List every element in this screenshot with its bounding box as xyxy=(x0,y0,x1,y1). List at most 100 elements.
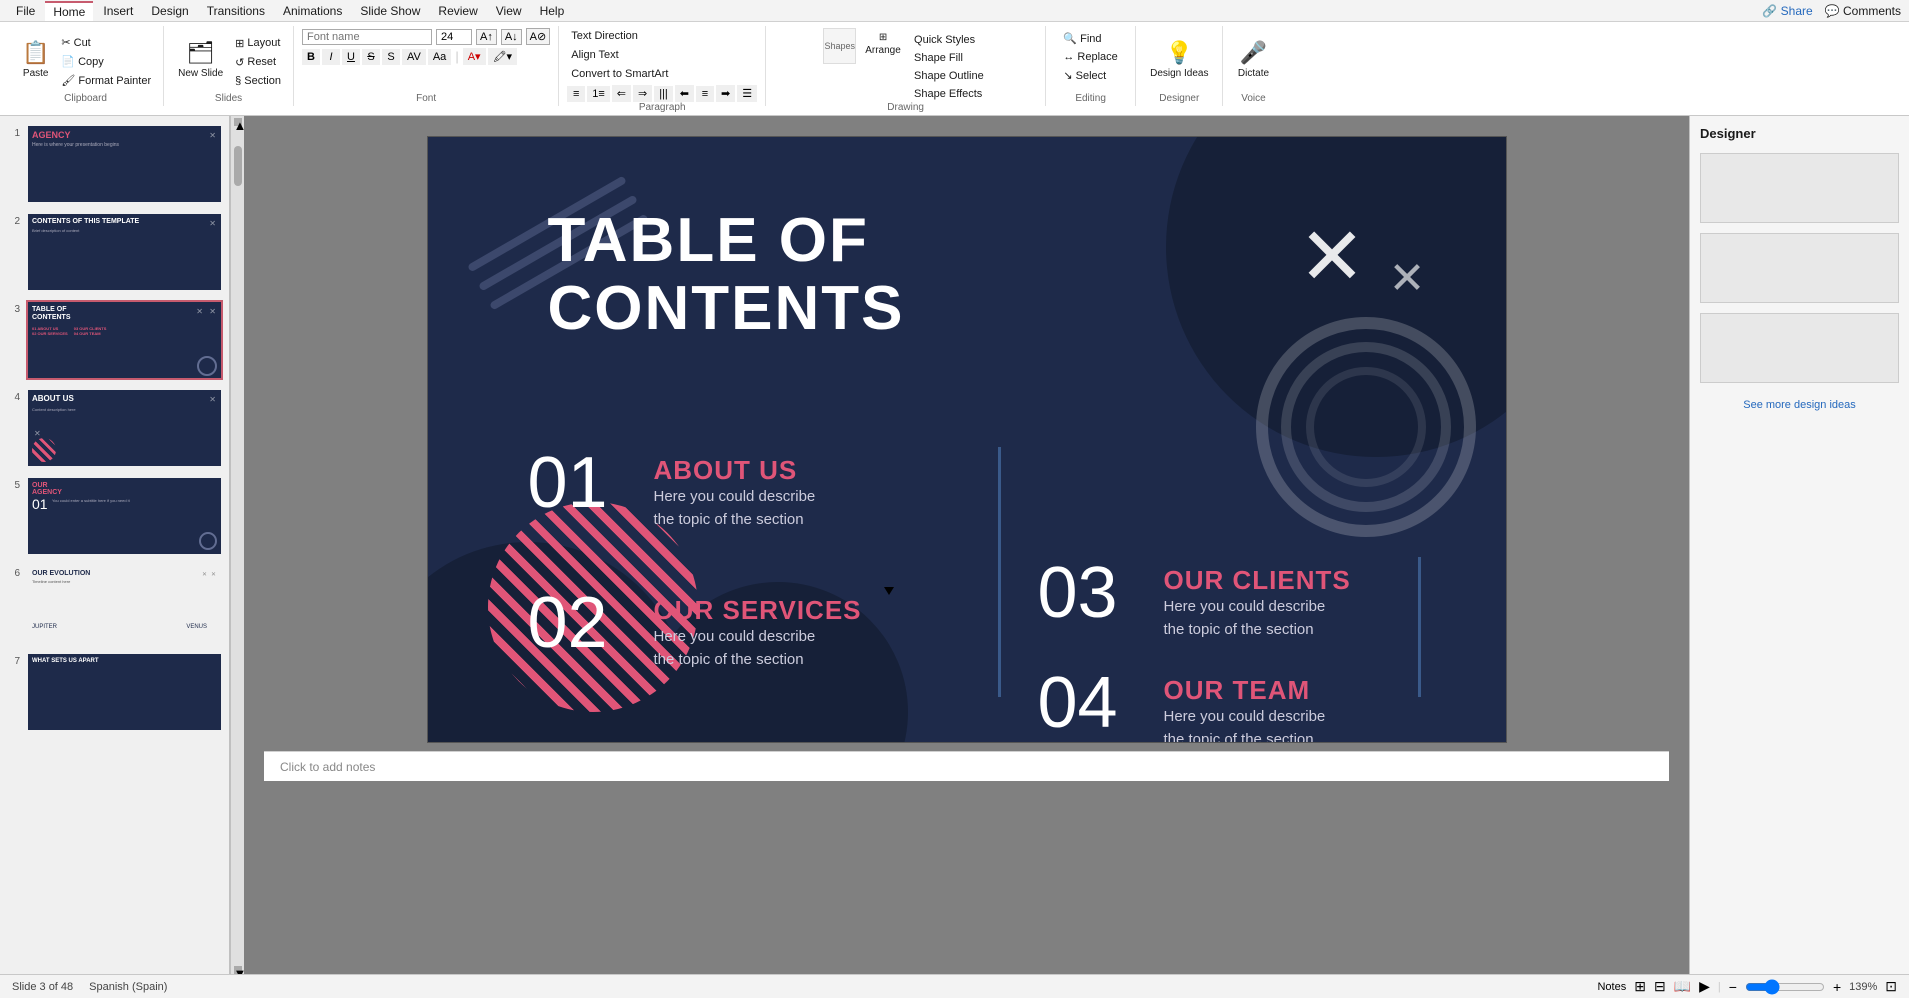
copy-button[interactable]: 📄 Copy xyxy=(57,53,155,70)
decrease-indent-button[interactable]: ⇐ xyxy=(612,85,631,102)
shape-outline-button[interactable]: Shape Outline xyxy=(910,68,988,84)
cut-button[interactable]: ✂ Cut xyxy=(57,34,155,51)
see-more-design-ideas[interactable]: See more design ideas xyxy=(1700,399,1899,411)
italic-button[interactable]: I xyxy=(322,49,340,65)
dictate-button[interactable]: 🎤 Dictate xyxy=(1232,36,1275,83)
menu-file[interactable]: File xyxy=(8,2,43,20)
align-center-button[interactable]: ≡ xyxy=(696,86,714,102)
normal-view-button[interactable]: ⊞ xyxy=(1634,978,1646,995)
strikethrough-button[interactable]: S xyxy=(362,49,380,65)
decrease-font-button[interactable]: A↓ xyxy=(501,29,522,45)
divider-right xyxy=(1418,557,1421,697)
zoom-level: 139% xyxy=(1849,981,1877,993)
menu-insert[interactable]: Insert xyxy=(95,2,141,20)
slides-label: Slides xyxy=(215,93,242,106)
canvas-area: ✕ ✕ TABLE OF CONTENTS 01 ABOUT US Here y xyxy=(244,116,1689,974)
design-idea-2[interactable] xyxy=(1700,233,1899,303)
format-painter-button[interactable]: 🖌 Format Painter xyxy=(57,72,155,89)
menu-home[interactable]: Home xyxy=(45,1,93,21)
menu-view[interactable]: View xyxy=(488,2,530,20)
slide-thumb-6[interactable]: 6 OUR EVOLUTION Timeline content here JU… xyxy=(4,562,225,646)
arrange-icon: ⊞ xyxy=(879,32,887,43)
slideshow-button[interactable]: ▶ xyxy=(1699,978,1710,995)
menu-slideshow[interactable]: Slide Show xyxy=(352,2,428,20)
right-panel: Designer See more design ideas xyxy=(1689,116,1909,974)
slide-thumb-2[interactable]: 2 CONTENTS OF THIS TEMPLATE Brief descri… xyxy=(4,210,225,294)
shape-fill-button[interactable]: Shape Fill xyxy=(910,50,988,66)
item-04-number: 04 xyxy=(1038,667,1148,739)
replace-button[interactable]: ↔ Replace xyxy=(1059,49,1121,65)
menu-transitions[interactable]: Transitions xyxy=(199,2,273,20)
slide-thumb-4[interactable]: 4 ABOUT US Content description here ✕ ✕ xyxy=(4,386,225,470)
item-03-desc-line1: Here you could describe xyxy=(1164,596,1351,619)
zoom-out-button[interactable]: − xyxy=(1729,979,1737,995)
layout-button[interactable]: ⊞ Layout xyxy=(231,35,285,52)
align-text-button[interactable]: Align Text xyxy=(567,47,623,63)
increase-font-button[interactable]: A↑ xyxy=(476,29,497,45)
language-indicator: Spanish (Spain) xyxy=(89,981,167,993)
slide-number-4: 4 xyxy=(6,392,20,403)
shape-effects-button[interactable]: Shape Effects xyxy=(910,86,988,102)
item-02-desc-line2: the topic of the section xyxy=(654,649,862,672)
design-ideas-button[interactable]: 💡 Design Ideas xyxy=(1144,36,1214,83)
slide-thumb-7[interactable]: 7 WHAT SETS US APART xyxy=(4,650,225,734)
design-idea-1[interactable] xyxy=(1700,153,1899,223)
char-spacing-button[interactable]: AV xyxy=(402,49,426,65)
menu-animations[interactable]: Animations xyxy=(275,2,350,20)
font-size-input[interactable] xyxy=(436,29,472,45)
bold-button[interactable]: B xyxy=(302,49,320,65)
font-name-input[interactable] xyxy=(302,29,432,45)
font-case-button[interactable]: Aa xyxy=(428,49,451,65)
notes-bar[interactable]: Click to add notes xyxy=(264,751,1669,781)
notes-button[interactable]: Notes xyxy=(1597,981,1626,993)
click-to-add-notes[interactable]: Click to add notes xyxy=(280,760,375,774)
increase-indent-button[interactable]: ⇒ xyxy=(633,85,652,102)
editing-group: 🔍 Find ↔ Replace ↘ Select Editing xyxy=(1046,26,1136,106)
font-color-button[interactable]: A▾ xyxy=(463,48,486,65)
justify-button[interactable]: ☰ xyxy=(737,85,757,102)
shadow-button[interactable]: S xyxy=(382,49,400,65)
bullets-button[interactable]: ≡ xyxy=(567,86,585,102)
design-idea-3[interactable] xyxy=(1700,313,1899,383)
reset-button[interactable]: ↺ Reset xyxy=(231,54,285,71)
status-bar: Slide 3 of 48 Spanish (Spain) Notes ⊞ ⊟ … xyxy=(0,974,1909,998)
menu-help[interactable]: Help xyxy=(532,2,573,20)
slide-thumb-1[interactable]: 1 AGENCY Here is where your presentation… xyxy=(4,122,225,206)
columns-button[interactable]: ||| xyxy=(654,86,673,102)
select-button[interactable]: ↘ Select xyxy=(1059,67,1110,84)
section-button[interactable]: § Section xyxy=(231,73,285,89)
divider: | xyxy=(1718,981,1721,993)
main-slide[interactable]: ✕ ✕ TABLE OF CONTENTS 01 ABOUT US Here y xyxy=(427,136,1507,743)
menu-review[interactable]: Review xyxy=(430,2,485,20)
text-direction-button[interactable]: Text Direction xyxy=(567,28,642,44)
text-highlight-button[interactable]: 🖍▾ xyxy=(488,48,518,65)
fit-slide-button[interactable]: ⊡ xyxy=(1885,978,1897,995)
slide-sorter-button[interactable]: ⊟ xyxy=(1654,978,1666,995)
paste-button[interactable]: 📋 Paste xyxy=(16,36,55,83)
paragraph-group: Text Direction Align Text Convert to Sma… xyxy=(559,26,766,106)
clear-format-button[interactable]: A⊘ xyxy=(526,28,551,45)
item-02-number: 02 xyxy=(528,587,638,659)
slide-thumb-3[interactable]: 3 TABLE OFCONTENTS 01 ABOUT US 02 OUR SE… xyxy=(4,298,225,382)
menu-design[interactable]: Design xyxy=(143,2,196,20)
deco-x-large: ✕ xyxy=(1298,217,1365,297)
slide-thumb-5[interactable]: 5 OUR AGENCY 01 You could enter a subtit… xyxy=(4,474,225,558)
align-left-button[interactable]: ⬅ xyxy=(675,85,694,102)
align-right-button[interactable]: ➡ xyxy=(716,85,735,102)
numbering-button[interactable]: 1≡ xyxy=(587,86,610,102)
zoom-slider[interactable] xyxy=(1745,979,1825,995)
designer-group: 💡 Design Ideas Designer xyxy=(1136,26,1223,106)
find-button[interactable]: 🔍 Find xyxy=(1059,30,1105,47)
arrange-button[interactable]: ⊞ Arrange xyxy=(858,28,908,60)
underline-button[interactable]: U xyxy=(342,49,360,65)
item-01-desc-line1: Here you could describe xyxy=(654,486,816,509)
convert-smartart-button[interactable]: Convert to SmartArt xyxy=(567,66,672,82)
slides-group: 🗂 New Slide ⊞ Layout ↺ Reset § Section S… xyxy=(164,26,294,106)
new-slide-button[interactable]: 🗂 New Slide xyxy=(172,36,229,83)
slide-panel-scrollbar[interactable]: ▲ ▼ xyxy=(230,116,244,974)
quick-styles-button[interactable]: Quick Styles xyxy=(910,32,988,48)
reading-view-button[interactable]: 📖 xyxy=(1674,978,1691,995)
comments-button[interactable]: 💬 Comments xyxy=(1825,4,1901,18)
zoom-in-button[interactable]: + xyxy=(1833,979,1841,995)
share-button[interactable]: 🔗 Share xyxy=(1762,4,1812,18)
